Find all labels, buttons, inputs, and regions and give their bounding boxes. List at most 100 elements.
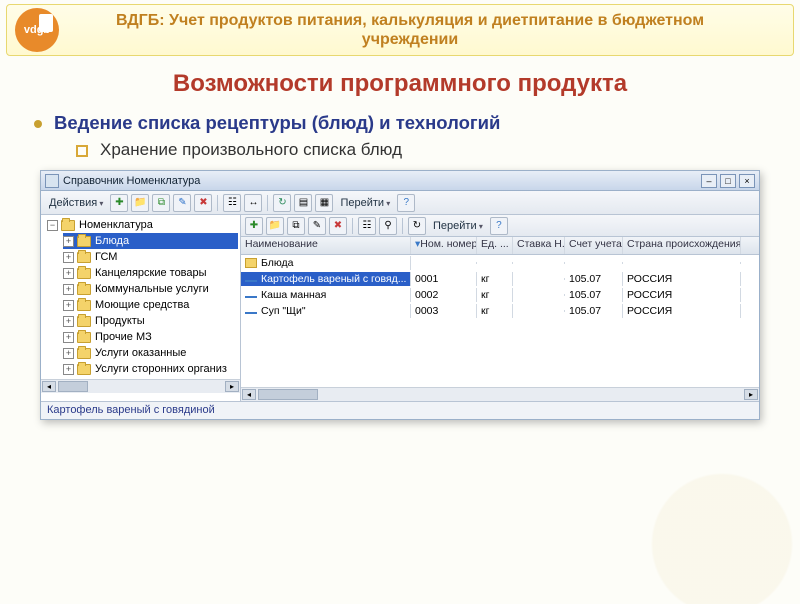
bullet-level1: Ведение списка рецептуры (блюд) и технол… (34, 112, 800, 134)
banner-title: ВДГБ: Учет продуктов питания, калькуляци… (67, 7, 793, 53)
scroll-left-icon[interactable]: ◂ (242, 389, 256, 400)
expand-icon[interactable]: + (63, 364, 74, 375)
minimize-button[interactable]: – (701, 174, 717, 188)
grid-find-button[interactable]: ⚲ (379, 217, 397, 235)
scroll-left-icon[interactable]: ◂ (42, 381, 56, 392)
grid-edit-button[interactable]: ✎ (308, 217, 326, 235)
logo-text: vdgb (24, 24, 50, 36)
folder-icon (77, 252, 91, 263)
collapse-icon[interactable]: − (47, 220, 58, 231)
scroll-thumb[interactable] (58, 381, 88, 392)
col-schet[interactable]: Счет учета (565, 237, 623, 254)
scroll-right-icon[interactable]: ▸ (225, 381, 239, 392)
tree-root-label: Номенклатура (79, 219, 153, 231)
grid-row[interactable]: Каша манная0002кг105.07РОССИЯ (241, 287, 759, 303)
window-title: Справочник Номенклатура (63, 175, 701, 187)
cell-ed: кг (477, 272, 513, 286)
folder-icon (77, 300, 91, 311)
tree-root[interactable]: − Номенклатура (47, 217, 238, 233)
grid-add-button[interactable]: ✚ (245, 217, 263, 235)
grid-copy-button[interactable]: ⧉ (287, 217, 305, 235)
tree-item[interactable]: + Прочие МЗ (63, 329, 238, 345)
expand-icon[interactable]: + (63, 300, 74, 311)
cell-ed: кг (477, 288, 513, 302)
move-button[interactable]: ↔ (244, 194, 262, 212)
help-button[interactable]: ? (397, 194, 415, 212)
expand-icon[interactable]: + (63, 268, 74, 279)
grid-goto-menu[interactable]: Перейти (429, 220, 487, 232)
grid-row[interactable]: Картофель вареный с говяд...0001кг105.07… (241, 271, 759, 287)
maximize-button[interactable]: □ (720, 174, 736, 188)
toolbar-separator (267, 195, 268, 211)
goto-menu[interactable]: Перейти (336, 197, 394, 209)
col-country[interactable]: Страна происхождения (623, 237, 741, 254)
tree-item-label: Услуги сторонних организ (95, 363, 227, 375)
expand-icon[interactable]: + (63, 236, 74, 247)
cell-ed: кг (477, 304, 513, 318)
add-folder-button[interactable]: 📁 (131, 194, 149, 212)
titlebar[interactable]: Справочник Номенклатура – □ × (41, 171, 759, 191)
folder-icon (77, 332, 91, 343)
grid-header[interactable]: Наименование ▾Ном. номер Ед. ... Ставка … (241, 237, 759, 255)
expand-icon[interactable]: + (63, 348, 74, 359)
cell-schet: 105.07 (565, 272, 623, 286)
col-name[interactable]: Наименование (241, 237, 411, 254)
delete-button[interactable]: ✖ (194, 194, 212, 212)
grid-folder-row[interactable]: Блюда (241, 255, 759, 271)
filter-button[interactable]: ▤ (294, 194, 312, 212)
tree-item[interactable]: +Канцелярские товары (63, 265, 238, 281)
scroll-thumb[interactable] (258, 389, 318, 400)
grid-refresh-button[interactable]: ↻ (408, 217, 426, 235)
actions-menu[interactable]: Действия (45, 197, 107, 209)
expand-icon[interactable]: + (63, 252, 74, 263)
add-copy-button[interactable]: ⧉ (152, 194, 170, 212)
tree-item-label: Услуги оказанные (95, 347, 186, 359)
col-ed[interactable]: Ед. ... (477, 237, 513, 254)
expand-icon[interactable]: + (63, 284, 74, 295)
folder-icon (77, 316, 91, 327)
grid-h-scrollbar[interactable]: ◂ ▸ (241, 387, 759, 401)
bullet-square-icon (76, 145, 88, 157)
app-window: Справочник Номенклатура – □ × Действия ✚… (40, 170, 760, 420)
cell-stavka (513, 310, 565, 312)
tree-item[interactable]: + Услуги оказанные (63, 345, 238, 361)
scroll-right-icon[interactable]: ▸ (744, 389, 758, 400)
tree-item[interactable]: + Коммунальные услуги (63, 281, 238, 297)
tree-item-label: Прочие МЗ (95, 331, 152, 343)
tree-item[interactable]: + Услуги сторонних организ (63, 361, 238, 377)
expand-icon[interactable]: + (63, 316, 74, 327)
col-stavka[interactable]: Ставка Н... (513, 237, 565, 254)
tree-item-label: Коммунальные услуги (95, 283, 209, 295)
folder-icon (77, 284, 91, 295)
close-button[interactable]: × (739, 174, 755, 188)
expand-icon[interactable]: + (63, 332, 74, 343)
grid-help-button[interactable]: ? (490, 217, 508, 235)
grid-delete-button[interactable]: ✖ (329, 217, 347, 235)
toolbar-separator (402, 218, 403, 234)
hierarchy-button[interactable]: ☷ (223, 194, 241, 212)
item-icon (245, 296, 257, 298)
tree-item-label: Моющие средства (95, 299, 189, 311)
sort-button[interactable]: ▦ (315, 194, 333, 212)
tree-item[interactable]: + Блюда (63, 233, 238, 249)
toolbar-separator (217, 195, 218, 211)
cell-country: РОССИЯ (623, 288, 741, 302)
statusbar: Картофель вареный с говядиной (41, 401, 759, 419)
cell-country: РОССИЯ (623, 272, 741, 286)
grid-row[interactable]: Суп "Щи"0003кг105.07РОССИЯ (241, 303, 759, 319)
tree-h-scrollbar[interactable]: ◂ ▸ (41, 379, 240, 393)
edit-button[interactable]: ✎ (173, 194, 191, 212)
grid-folder-button[interactable]: 📁 (266, 217, 284, 235)
tree-item[interactable]: + Моющие средства (63, 297, 238, 313)
tree-item[interactable]: + Продукты (63, 313, 238, 329)
tree-item-label: Блюда (95, 235, 129, 247)
toolbar-separator (352, 218, 353, 234)
tree-item[interactable]: +ГСМ (63, 249, 238, 265)
tree-item-label: Продукты (95, 315, 145, 327)
item-icon (245, 280, 257, 282)
add-button[interactable]: ✚ (110, 194, 128, 212)
folder-icon (77, 348, 91, 359)
grid-hier-button[interactable]: ☷ (358, 217, 376, 235)
refresh-button[interactable]: ↻ (273, 194, 291, 212)
cell-num: 0001 (411, 272, 477, 286)
